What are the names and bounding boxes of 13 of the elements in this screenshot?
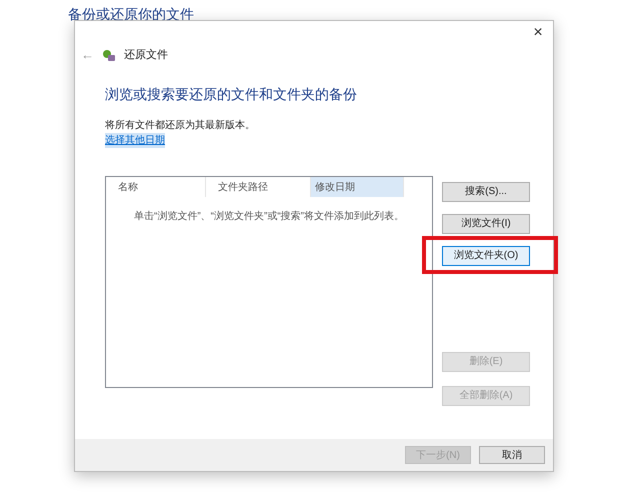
empty-message: 单击“浏览文件”、“浏览文件夹”或“搜索”将文件添加到此列表。 xyxy=(133,210,405,224)
date-link[interactable]: 选择其他日期 xyxy=(105,133,165,148)
side-button[interactable]: 浏览文件(I) xyxy=(442,214,530,234)
side-button[interactable]: 搜索(S)... xyxy=(442,182,530,202)
heading: 浏览或搜索要还原的文件和文件夹的备份 xyxy=(105,85,358,104)
dialog-title: 还原文件 xyxy=(124,48,168,63)
footer-button[interactable]: 取消 xyxy=(479,446,545,464)
description: 将所有文件都还原为其最新版本。 xyxy=(105,118,256,133)
column-header[interactable]: 修改日期 xyxy=(311,177,404,197)
side-button[interactable]: 浏览文件夹(O) xyxy=(442,246,530,266)
restore-icon xyxy=(102,48,116,62)
close-button[interactable]: × xyxy=(529,23,547,43)
column-header[interactable]: 名称 xyxy=(106,177,206,197)
